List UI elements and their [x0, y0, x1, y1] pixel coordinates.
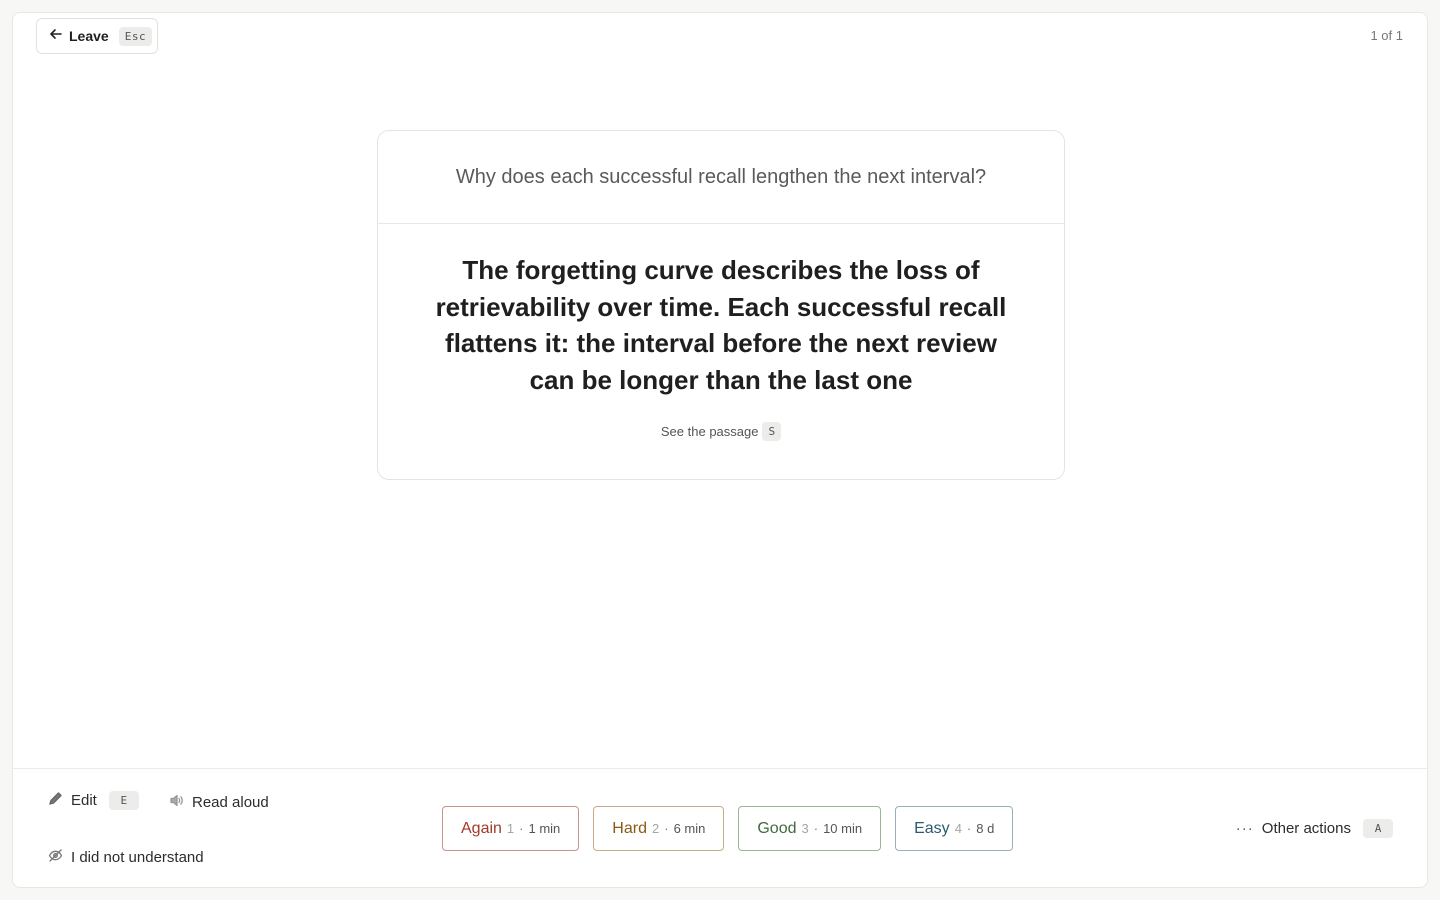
rating-easy-button[interactable]: Easy 4 · 8 d	[895, 806, 1014, 851]
edit-label: Edit	[71, 792, 97, 809]
pencil-icon	[48, 791, 63, 810]
rating-label: Hard	[612, 819, 647, 837]
rating-again-button[interactable]: Again 1 · 1 min	[442, 806, 580, 851]
rating-separator: ·	[813, 821, 819, 836]
eye-slash-icon	[48, 848, 63, 867]
rating-interval: 6 min	[673, 821, 706, 836]
see-passage-link[interactable]: See the passage S	[378, 422, 1064, 441]
other-actions-shortcut-key: A	[1363, 819, 1393, 838]
did-not-understand-label: I did not understand	[71, 849, 204, 866]
edit-button[interactable]: Edit E	[48, 791, 139, 810]
speaker-icon	[169, 793, 184, 812]
rating-label: Good	[757, 819, 797, 837]
review-footer: Edit E Read aloud I did not understand A…	[13, 768, 1427, 889]
rating-shortcut-key: 1	[506, 821, 515, 836]
edit-shortcut-key: E	[108, 791, 139, 810]
card-question: Why does each successful recall lengthen…	[378, 131, 1064, 224]
leave-shortcut-key: Esc	[118, 26, 153, 46]
ellipsis-icon: ···	[1235, 820, 1254, 837]
other-actions-button[interactable]: ··· Other actions A	[1236, 819, 1393, 838]
did-not-understand-button[interactable]: I did not understand	[48, 848, 204, 867]
card-counter: 1 of 1	[1370, 28, 1403, 43]
rating-label: Again	[461, 819, 502, 837]
review-frame: Leave Esc 1 of 1 Why does each successfu…	[12, 12, 1428, 888]
rating-good-button[interactable]: Good 3 · 10 min	[738, 806, 882, 851]
see-passage-label[interactable]: See the passage	[661, 424, 759, 439]
read-aloud-label: Read aloud	[192, 794, 269, 811]
leave-button[interactable]: Leave Esc	[36, 18, 158, 54]
see-passage-shortcut-key: S	[762, 422, 782, 441]
card-answer: The forgetting curve describes the loss …	[435, 255, 1007, 395]
rating-interval: 1 min	[528, 821, 561, 836]
other-actions-label: Other actions	[1261, 820, 1351, 837]
read-aloud-button[interactable]: Read aloud	[169, 793, 269, 812]
rating-interval: 10 min	[823, 821, 863, 836]
rating-separator: ·	[664, 821, 669, 836]
rating-hard-button[interactable]: Hard 2 · 6 min	[593, 806, 725, 851]
arrow-left-icon	[49, 27, 63, 46]
rating-label: Easy	[914, 819, 950, 837]
rating-shortcut-key: 4	[954, 821, 962, 836]
flashcard: Why does each successful recall lengthen…	[377, 130, 1065, 480]
rating-buttons: Again 1 · 1 min Hard 2 · 6 min Good 3 · …	[442, 806, 1014, 851]
rating-interval: 8 d	[976, 821, 995, 836]
leave-label: Leave	[69, 28, 109, 44]
rating-separator: ·	[966, 821, 972, 836]
rating-shortcut-key: 3	[801, 821, 809, 836]
rating-shortcut-key: 2	[651, 821, 660, 836]
rating-separator: ·	[519, 821, 524, 836]
